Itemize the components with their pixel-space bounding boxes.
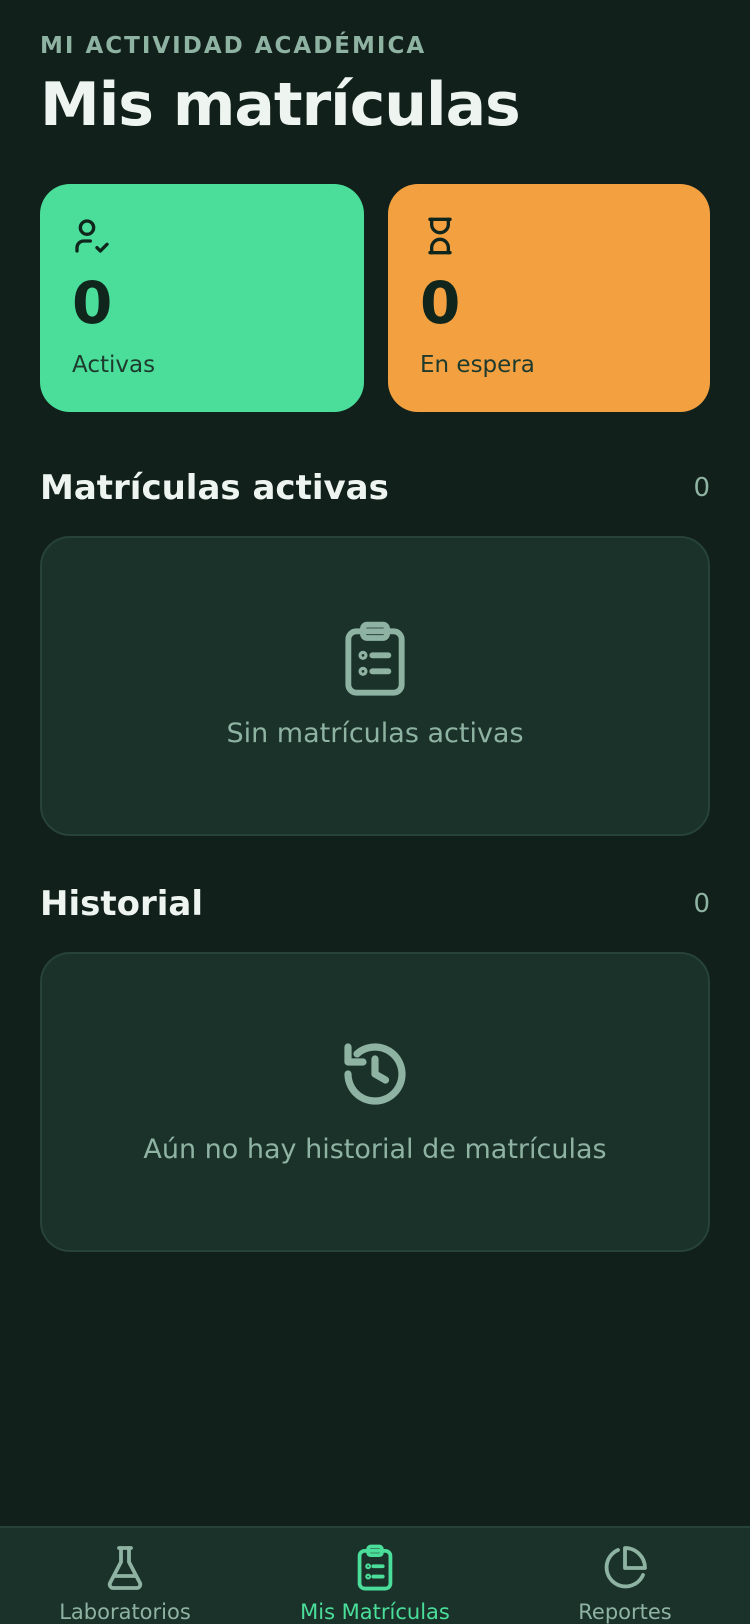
nav-item-laboratorios[interactable]: Laboratorios [0,1528,250,1624]
stat-card-waiting[interactable]: 0 En espera [388,184,710,412]
stat-label-waiting: En espera [420,352,535,378]
history-icon [344,1043,406,1105]
clipboard-list-icon [345,621,405,696]
bottom-nav: Laboratorios Mis Matrículas Reportes [0,1526,750,1624]
stat-label-active: Activas [72,352,156,378]
clipboard-list-icon [357,1544,393,1591]
empty-message-active: Sin matrículas activas [226,718,524,749]
user-check-icon [75,219,109,253]
section-count-active: 0 [693,473,710,503]
nav-label-reportes: Reportes [578,1600,672,1624]
empty-state-active: Sin matrículas activas [40,536,710,836]
section-title-history: Historial [40,884,203,924]
nav-item-reportes[interactable]: Reportes [500,1528,750,1624]
empty-state-history: Aún no hay historial de matrículas [40,952,710,1252]
stat-value-active: 0 [72,269,113,337]
flask-icon [107,1546,143,1590]
enrollments-screen: MI ACTIVIDAD ACADÉMICA Mis matrículas 0 … [0,0,750,1624]
section-count-history: 0 [693,889,710,919]
nav-label-laboratorios: Laboratorios [59,1600,191,1624]
page-eyebrow: MI ACTIVIDAD ACADÉMICA [40,33,427,59]
stat-value-waiting: 0 [420,269,461,337]
hourglass-icon [428,217,452,255]
section-title-active: Matrículas activas [40,468,389,508]
nav-label-mis-matriculas: Mis Matrículas [300,1600,450,1624]
pie-chart-icon [604,1546,647,1589]
stat-card-active[interactable]: 0 Activas [40,184,364,412]
page-title: Mis matrículas [40,70,521,140]
nav-item-mis-matriculas[interactable]: Mis Matrículas [250,1528,500,1624]
empty-message-history: Aún no hay historial de matrículas [143,1134,607,1165]
